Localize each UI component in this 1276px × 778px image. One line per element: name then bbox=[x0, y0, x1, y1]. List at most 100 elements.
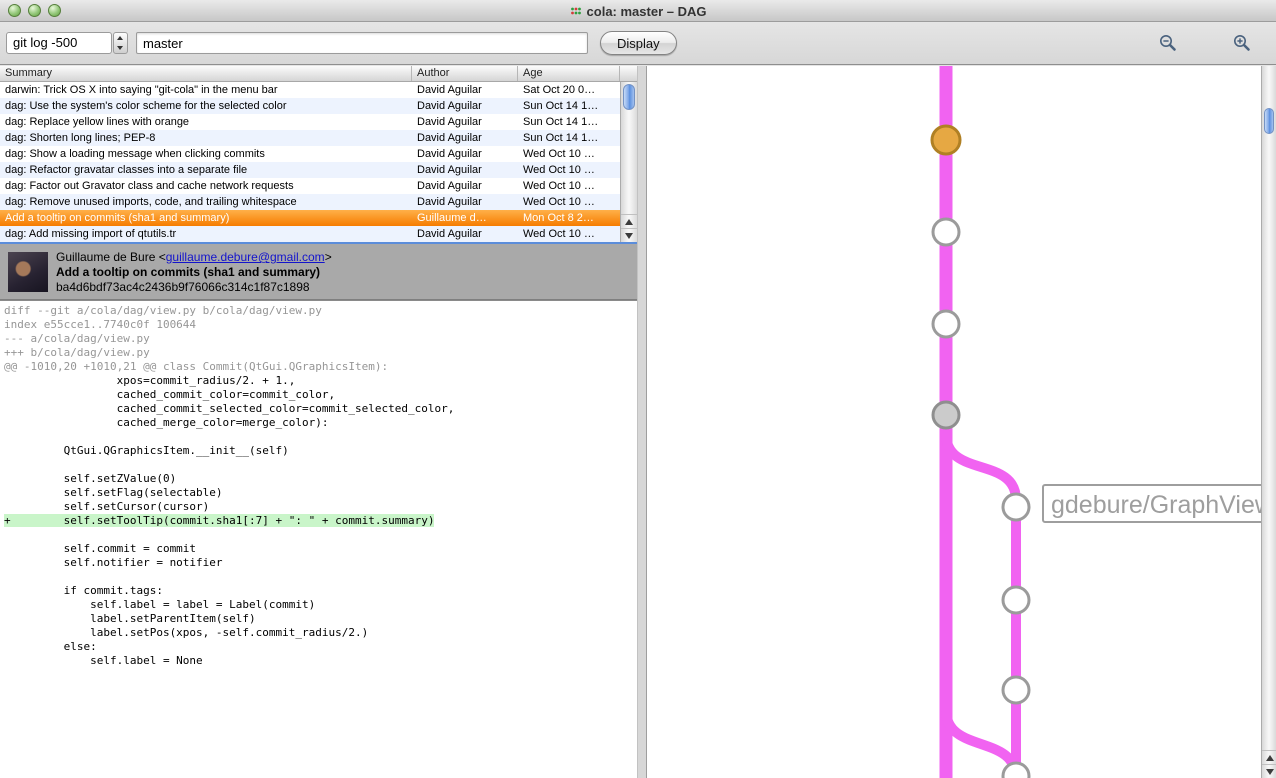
commit-summary: dag: Replace yellow lines with orange bbox=[0, 114, 412, 130]
commit-node-normal[interactable] bbox=[933, 311, 959, 337]
commit-author: David Aguilar bbox=[412, 194, 518, 210]
stepper-down-icon[interactable] bbox=[114, 43, 127, 53]
commit-summary: dag: Show a loading message when clickin… bbox=[0, 146, 412, 162]
scrollbar-thumb[interactable] bbox=[1264, 108, 1274, 134]
scrollbar-thumb[interactable] bbox=[623, 84, 635, 110]
commit-author: David Aguilar bbox=[412, 82, 518, 98]
diff-line-ctx: xpos=commit_radius/2. + 1., bbox=[4, 374, 633, 388]
commit-age: Sat Oct 20 0… bbox=[518, 82, 620, 98]
diff-line-ctx: cached_commit_color=commit_color, bbox=[4, 388, 633, 402]
commit-age: Wed Oct 10 … bbox=[518, 178, 620, 194]
main-split: Summary Author Age darwin: Trick OS X in… bbox=[0, 66, 1276, 778]
diff-line-ctx: if commit.tags: bbox=[4, 584, 633, 598]
commit-node-normal[interactable] bbox=[1003, 677, 1029, 703]
commit-node-normal[interactable] bbox=[1003, 494, 1029, 520]
commit-node-normal[interactable] bbox=[1003, 763, 1029, 778]
diff-line-ctx bbox=[4, 458, 633, 472]
column-header-age[interactable]: Age bbox=[518, 66, 620, 81]
diff-line-ctx bbox=[4, 570, 633, 584]
dag-graph[interactable]: gdebure/GraphView bbox=[647, 66, 1261, 778]
diff-line-hunk: @@ -1010,20 +1010,21 @@ class Commit(QtG… bbox=[4, 360, 633, 374]
commit-row[interactable]: dag: Factor out Gravator class and cache… bbox=[0, 178, 620, 194]
commit-age: Sun Oct 14 1… bbox=[518, 98, 620, 114]
commit-age: Wed Oct 10 … bbox=[518, 226, 620, 242]
zoom-out-icon[interactable] bbox=[1158, 33, 1178, 53]
commit-age: Sun Oct 14 1… bbox=[518, 130, 620, 146]
scroll-up-button[interactable] bbox=[621, 214, 637, 228]
diff-line-ctx: QtGui.QGraphicsItem.__init__(self) bbox=[4, 444, 633, 458]
author-email-link[interactable]: guillaume.debure@gmail.com bbox=[166, 250, 325, 264]
scroll-up-button[interactable] bbox=[1262, 750, 1276, 764]
log-command-combo[interactable]: git log -500 bbox=[6, 32, 112, 54]
scrollbar-arrows bbox=[1262, 750, 1276, 778]
commit-row[interactable]: dag: Show a loading message when clickin… bbox=[0, 146, 620, 162]
commit-row[interactable]: dag: Add missing import of qtutils.trDav… bbox=[0, 226, 620, 242]
commit-author: David Aguilar bbox=[412, 226, 518, 242]
diff-line-meta: index e55cce1..7740c0f 100644 bbox=[4, 318, 633, 332]
commit-summary: darwin: Trick OS X into saying "git-cola… bbox=[0, 82, 412, 98]
diff-line-ctx: label.setParentItem(self) bbox=[4, 612, 633, 626]
pane-splitter[interactable] bbox=[637, 66, 647, 778]
commit-row[interactable]: dag: Remove unused imports, code, and tr… bbox=[0, 194, 620, 210]
zoom-in-icon[interactable] bbox=[1232, 33, 1252, 53]
diff-line-meta: +++ b/cola/dag/view.py bbox=[4, 346, 633, 360]
titlebar[interactable]: cola: master – DAG bbox=[0, 0, 1276, 22]
column-header-author[interactable]: Author bbox=[412, 66, 518, 81]
diff-line-meta: --- a/cola/dag/view.py bbox=[4, 332, 633, 346]
minimize-button[interactable] bbox=[28, 4, 41, 17]
commit-summary: dag: Add missing import of qtutils.tr bbox=[0, 226, 412, 242]
diff-line-ctx: self.setZValue(0) bbox=[4, 472, 633, 486]
zoom-button[interactable] bbox=[48, 4, 61, 17]
toolbar: git log -500 Display bbox=[0, 22, 1276, 65]
commit-node-selected[interactable] bbox=[932, 126, 960, 154]
commit-row[interactable]: dag: Refactor gravatar classes into a se… bbox=[0, 162, 620, 178]
close-button[interactable] bbox=[8, 4, 21, 17]
commit-row[interactable]: dag: Use the system's color scheme for t… bbox=[0, 98, 620, 114]
diff-line-meta: diff --git a/cola/dag/view.py b/cola/dag… bbox=[4, 304, 633, 318]
column-header-spacer bbox=[620, 66, 637, 81]
log-command-value: git log -500 bbox=[13, 35, 77, 50]
app-window: cola: master – DAG git log -500 Display bbox=[0, 0, 1276, 778]
app-icon bbox=[570, 5, 582, 17]
commit-age: Wed Oct 10 … bbox=[518, 194, 620, 210]
commit-list-pane: Summary Author Age darwin: Trick OS X in… bbox=[0, 66, 637, 778]
scroll-down-button[interactable] bbox=[1262, 764, 1276, 778]
commit-row[interactable]: darwin: Trick OS X into saying "git-cola… bbox=[0, 82, 620, 98]
commit-summary: dag: Refactor gravatar classes into a se… bbox=[0, 162, 412, 178]
commit-age: Wed Oct 10 … bbox=[518, 146, 620, 162]
diff-line-ctx: self.notifier = notifier bbox=[4, 556, 633, 570]
diff-view[interactable]: diff --git a/cola/dag/view.py b/cola/dag… bbox=[0, 300, 637, 778]
log-command-stepper[interactable] bbox=[113, 32, 128, 54]
branch-ref-label[interactable]: gdebure/GraphView bbox=[1051, 491, 1261, 519]
commit-author: David Aguilar bbox=[412, 114, 518, 130]
window-title: cola: master – DAG bbox=[0, 0, 1276, 22]
commit-list-scrollbar[interactable] bbox=[620, 82, 637, 242]
graph-scrollbar[interactable] bbox=[1261, 66, 1276, 778]
diff-line-ctx: else: bbox=[4, 640, 633, 654]
commit-row[interactable]: dag: Replace yellow lines with orangeDav… bbox=[0, 114, 620, 130]
author-line: Guillaume de Bure <guillaume.debure@gmai… bbox=[56, 250, 637, 265]
commit-author: David Aguilar bbox=[412, 130, 518, 146]
scroll-down-button[interactable] bbox=[621, 228, 637, 242]
diff-line-ctx: self.commit = commit bbox=[4, 542, 633, 556]
commit-node-normal[interactable] bbox=[1003, 587, 1029, 613]
stepper-up-icon[interactable] bbox=[114, 33, 127, 43]
commit-table-header: Summary Author Age bbox=[0, 66, 637, 82]
commit-sha1: ba4d6bdf73ac4c2436b9f76066c314c1f87c1898 bbox=[56, 280, 637, 295]
commit-node-merge[interactable] bbox=[933, 402, 959, 428]
display-button[interactable]: Display bbox=[600, 31, 677, 55]
diff-line-ctx: self.label = None bbox=[4, 654, 633, 668]
diff-line-ctx: self.setFlag(selectable) bbox=[4, 486, 633, 500]
commit-author: David Aguilar bbox=[412, 146, 518, 162]
commit-row[interactable]: dag: Shorten long lines; PEP-8David Agui… bbox=[0, 130, 620, 146]
commit-age: Mon Oct 8 2… bbox=[518, 210, 620, 226]
commit-author: David Aguilar bbox=[412, 98, 518, 114]
commit-node-normal[interactable] bbox=[933, 219, 959, 245]
commit-list-body: darwin: Trick OS X into saying "git-cola… bbox=[0, 82, 637, 242]
commit-age: Wed Oct 10 … bbox=[518, 162, 620, 178]
column-header-summary[interactable]: Summary bbox=[0, 66, 412, 81]
commit-row-selected[interactable]: Add a tooltip on commits (sha1 and summa… bbox=[0, 210, 620, 226]
author-avatar bbox=[8, 252, 48, 292]
ref-input[interactable] bbox=[136, 32, 588, 54]
diff-line-ctx bbox=[4, 430, 633, 444]
